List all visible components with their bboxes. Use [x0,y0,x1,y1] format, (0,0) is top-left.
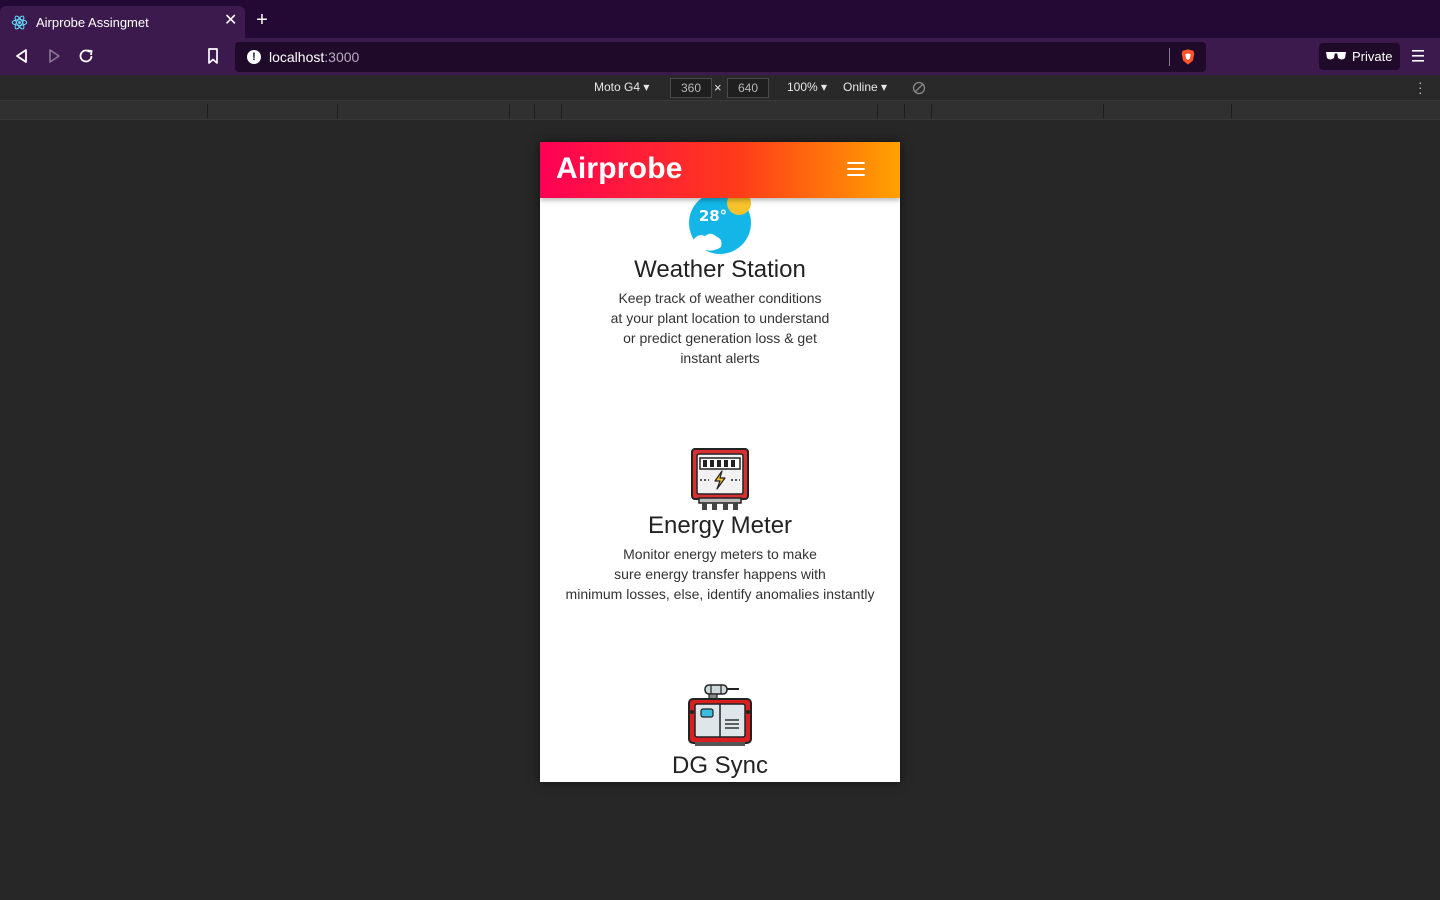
feature-title: DG Sync [671,752,769,779]
hamburger-menu-icon[interactable] [847,162,865,178]
tab-title: Airprobe Assingmet [36,15,149,30]
feature-card-dg-sync: DG Sync [540,682,900,782]
url-text[interactable]: localhost:3000 [269,49,359,65]
description-line: sure energy transfer happens with [614,566,826,582]
ruler-segment[interactable] [510,104,535,119]
zoom-select[interactable]: 100% ▾ [787,80,827,94]
bookmark-icon[interactable] [203,46,223,66]
viewport-height-input[interactable]: 640 [727,78,769,98]
forward-icon[interactable] [44,46,64,66]
viewport-width-input[interactable]: 360 [670,78,712,98]
browser-tab-strip: Airprobe Assingmet ✕ + [0,0,1440,38]
ruler-segment[interactable] [905,104,932,119]
ruler-segment[interactable] [932,104,1104,119]
energy-meter-icon [691,448,749,510]
brave-shields-icon[interactable] [1179,48,1197,66]
react-icon [11,15,28,30]
network-throttle-select[interactable]: Online ▾ [843,80,887,94]
weather-icon: 28° [689,191,751,254]
feature-description: Keep track of weather conditions at your… [550,288,890,368]
description-line: minimum losses, else, identify anomalies… [565,586,875,602]
private-window-badge[interactable]: Private [1319,43,1400,70]
app-header: Airprobe [540,142,900,198]
ruler-segment[interactable] [535,104,562,119]
feature-card-energy-meter: Energy Meter Monitor energy meters to ma… [540,442,900,612]
ruler-segment[interactable] [208,104,338,119]
browser-menu-icon[interactable] [1410,47,1426,65]
url-host: localhost [269,49,325,65]
ruler-segment[interactable] [1104,104,1232,119]
ruler-segment[interactable] [338,104,510,119]
rotate-icon[interactable] [912,81,926,95]
url-port: :3000 [324,49,360,65]
browser-toolbar: ! localhost:3000 Private [0,38,1440,75]
ruler-segment[interactable] [0,104,208,119]
device-toolbar: Moto G4 ▾ 360 × 640 100% ▾ Online ▾ · · · [0,75,1440,101]
generator-icon [688,684,752,746]
close-tab-icon[interactable]: ✕ [224,12,237,30]
description-line: or predict generation loss & get [623,330,817,346]
dimension-separator: × [714,80,722,95]
device-select[interactable]: Moto G4 ▾ [594,80,649,94]
feature-title: Energy Meter [647,512,793,539]
reload-icon[interactable] [76,46,96,66]
feature-title: Weather Station [634,256,806,283]
weather-temperature: 28° [699,207,727,225]
site-info-icon[interactable]: ! [247,50,261,64]
sunglasses-icon [1326,52,1346,60]
address-bar-divider [1169,48,1170,66]
ruler-segment[interactable] [562,104,878,119]
new-tab-icon[interactable]: + [252,10,272,30]
more-options-icon[interactable]: · · · [1418,75,1424,99]
media-query-ruler[interactable] [0,101,1440,120]
feature-description: Monitor energy meters to make sure energ… [550,544,890,604]
description-line: instant alerts [680,350,760,366]
address-bar[interactable]: ! localhost:3000 [235,42,1206,72]
description-line: at your plant location to understand [610,310,830,326]
device-viewport: Airprobe 28° Weather Station Keep track … [540,142,900,782]
brand-logo[interactable]: Airprobe [556,152,683,186]
browser-tab[interactable]: Airprobe Assingmet ✕ [0,6,245,38]
description-line: Keep track of weather conditions [618,290,822,306]
ruler-segment[interactable] [1232,104,1440,119]
private-label: Private [1352,49,1393,64]
back-icon[interactable] [12,46,32,66]
ruler-segment[interactable] [878,104,905,119]
description-line: Monitor energy meters to make [623,546,817,562]
